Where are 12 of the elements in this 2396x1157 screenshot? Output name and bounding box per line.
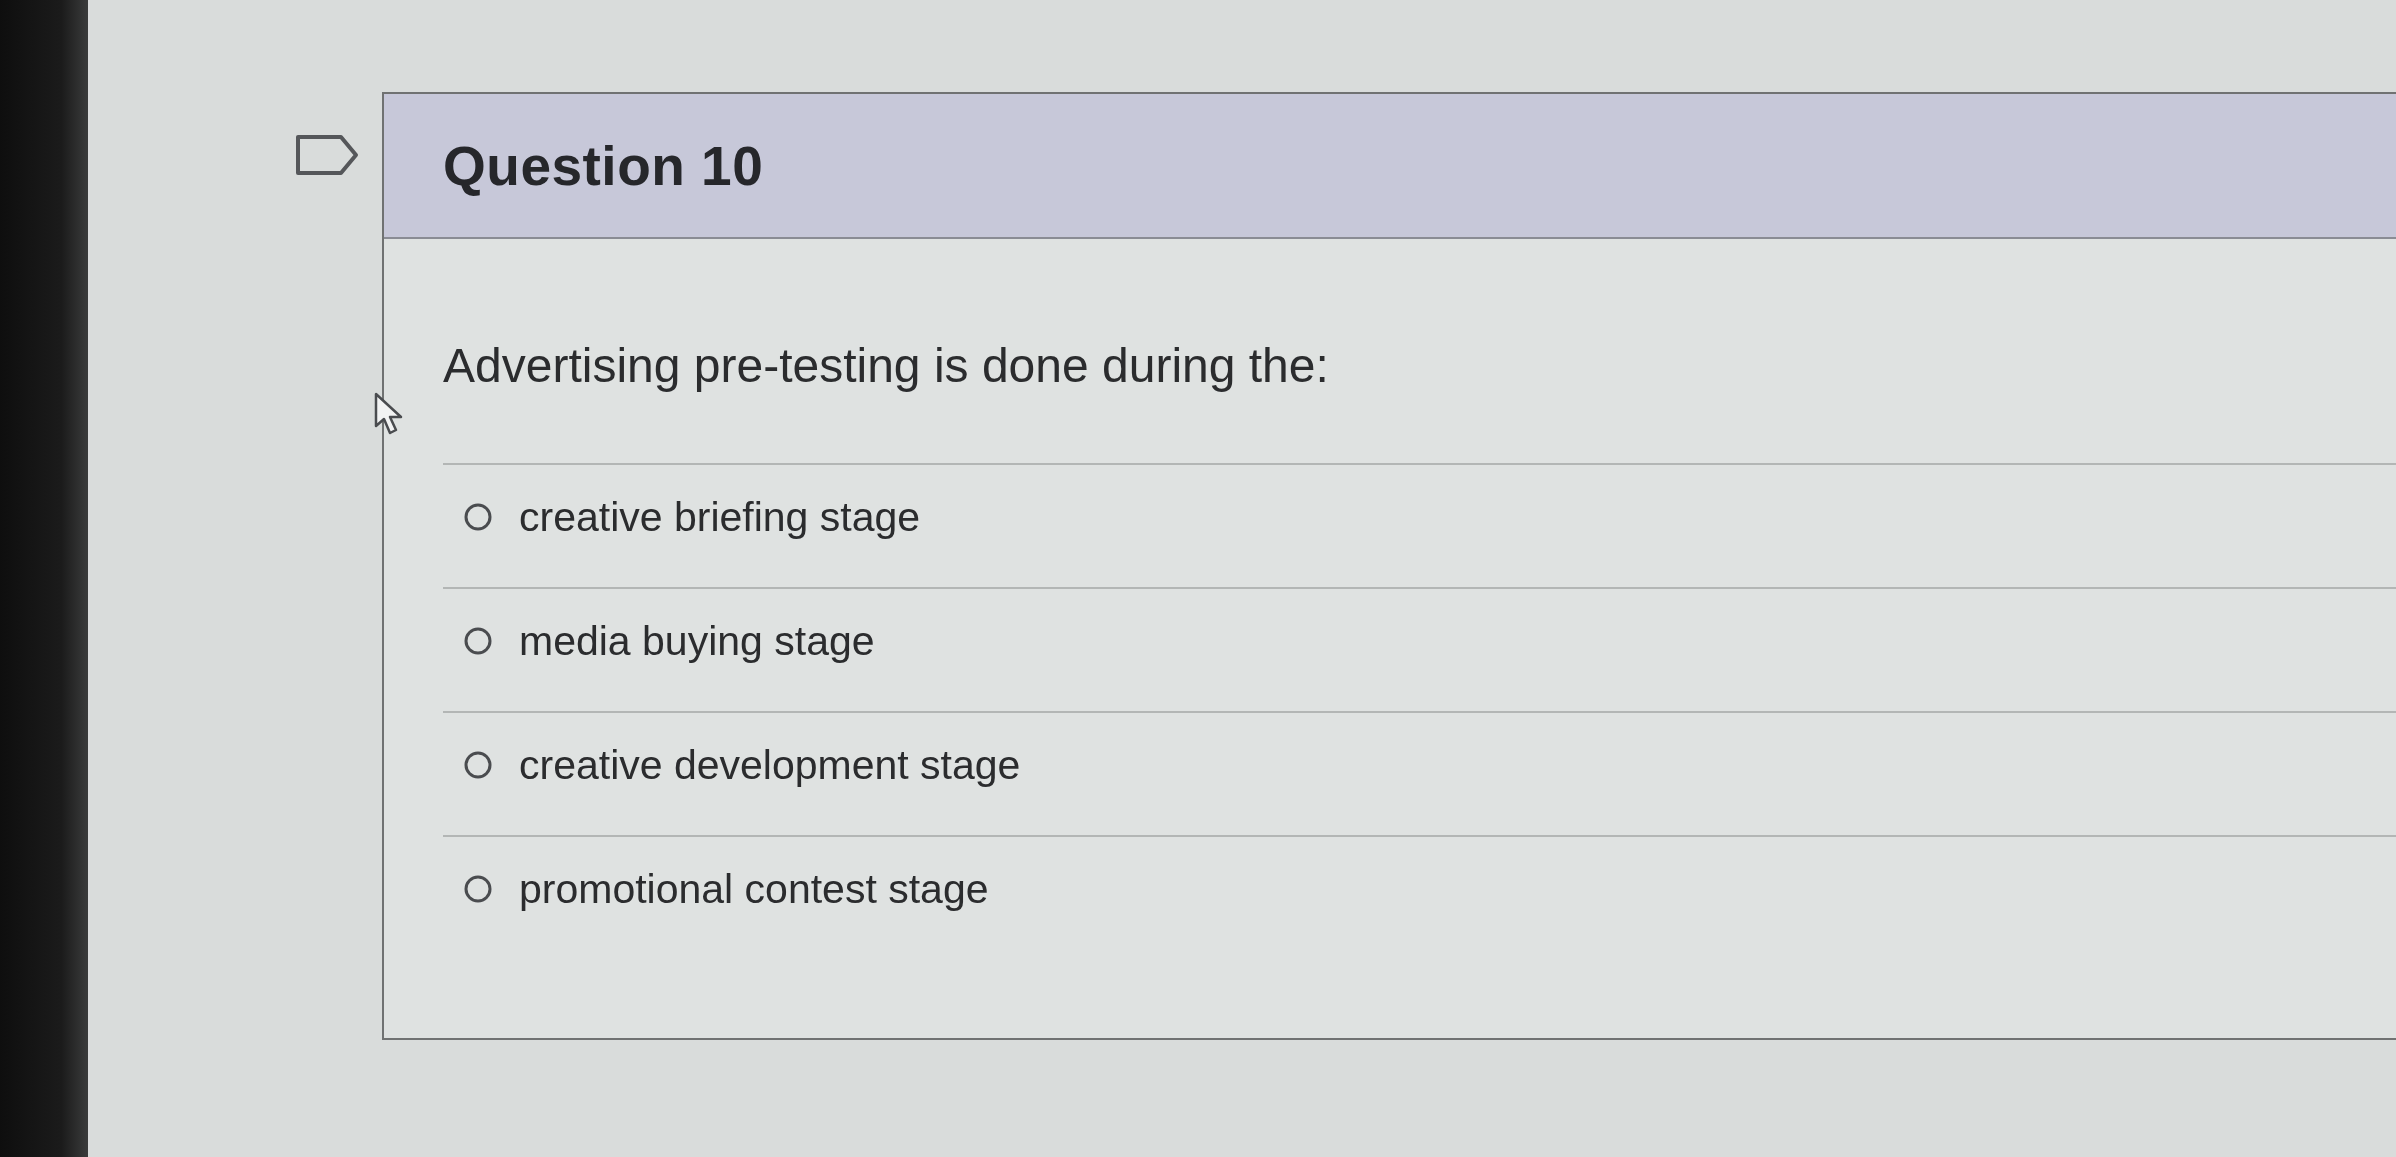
cursor-icon xyxy=(374,392,404,436)
option-label[interactable]: media buying stage xyxy=(519,619,875,663)
radio-button[interactable] xyxy=(464,751,492,779)
question-title: Question 10 xyxy=(443,133,764,198)
radio-button[interactable] xyxy=(464,503,492,531)
radio-button[interactable] xyxy=(464,875,492,903)
radio-button[interactable] xyxy=(464,627,492,655)
flag-icon[interactable] xyxy=(295,134,359,176)
option-label[interactable]: promotional contest stage xyxy=(519,867,989,911)
question-text: Advertising pre-testing is done during the: xyxy=(443,338,1329,394)
option-label[interactable]: creative development stage xyxy=(519,743,1021,787)
option-label[interactable]: creative briefing stage xyxy=(519,495,921,539)
